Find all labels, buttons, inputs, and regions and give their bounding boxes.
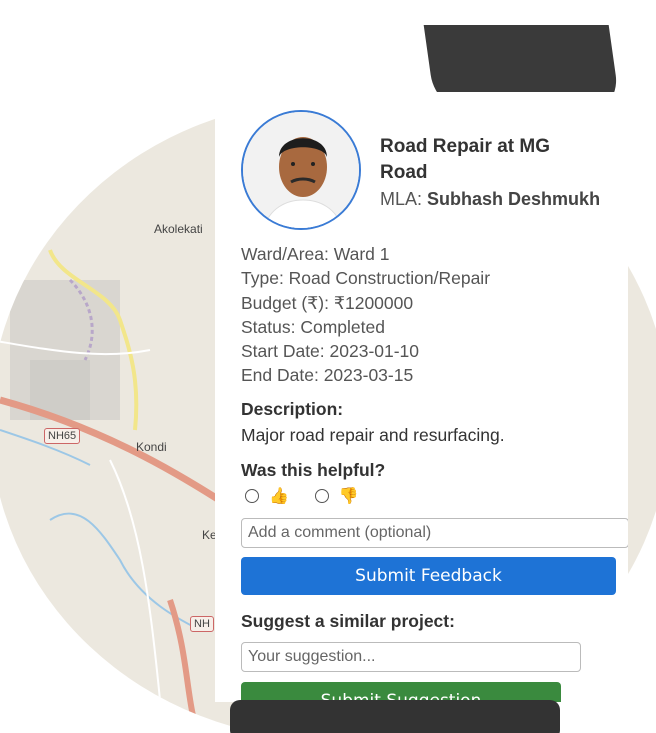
mla-label: MLA: (380, 189, 423, 209)
helpful-options: 👍 👎 (245, 486, 385, 506)
description-text: Major road repair and resurfacing. (241, 425, 505, 445)
detail-end-date: End Date: 2023-03-15 (241, 365, 414, 386)
map-popup-view: Akolekati Kondi Ke NH65 NH Road Repair a… (0, 0, 656, 733)
detail-budget: Budget (₹): ₹1200000 (241, 292, 414, 313)
comment-input[interactable]: Add a comment (optional) (241, 518, 628, 548)
submit-feedback-button[interactable]: Submit Feedback (241, 557, 616, 595)
highway-shield-nh65: NH65 (44, 428, 81, 444)
detail-start-date: Start Date: 2023-01-10 (241, 341, 420, 362)
highway-shield-nh: NH (190, 616, 214, 632)
detail-status: Status: Completed (241, 316, 385, 337)
suggestion-input[interactable]: Your suggestion... (241, 642, 581, 672)
project-title: Road Repair at MG Road (380, 136, 550, 183)
thumbs-up-icon: 👍 (269, 488, 289, 505)
detail-ward: Ward/Area: Ward 1 (241, 244, 390, 264)
mla-line: MLA: Subhash Deshmukh (380, 189, 600, 210)
project-popup-card: Road Repair at MG Road MLA: Subhash Desh… (215, 92, 628, 702)
map-label-akolekati: Akolekati (154, 222, 203, 236)
helpful-no-radio[interactable] (314, 489, 329, 503)
suggestion-heading: Suggest a similar project: (241, 611, 455, 631)
helpful-heading: Was this helpful? (241, 460, 386, 480)
map-bottom-edge (230, 700, 560, 733)
helpful-yes-radio[interactable] (245, 489, 259, 503)
project-details: Ward/Area: Ward 1 Type: Road Constructio… (241, 242, 490, 388)
mla-avatar (241, 110, 361, 230)
description-heading: Description: (241, 399, 344, 419)
thumbs-down-icon: 👎 (338, 488, 359, 505)
detail-type: Type: Road Construction/Repair (241, 268, 491, 289)
map-label-kondi: Kondi (136, 440, 167, 454)
submit-suggestion-button[interactable]: Submit Suggestion (241, 682, 561, 702)
mla-name: Subhash Deshmukh (427, 189, 601, 209)
